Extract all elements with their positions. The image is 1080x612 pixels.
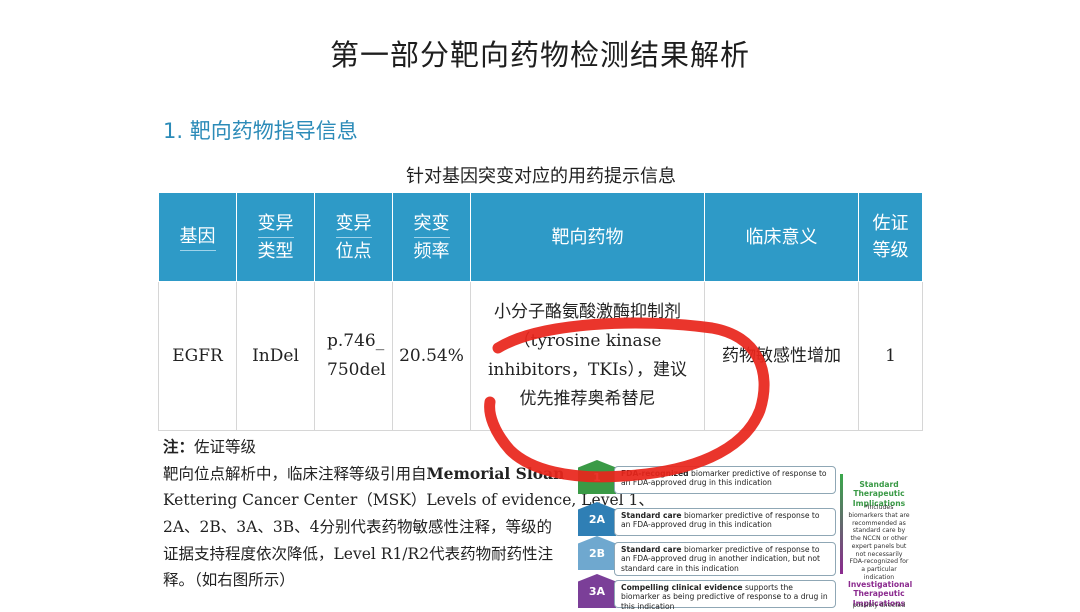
level-3a-badge: 3A xyxy=(578,574,616,608)
cell-gene: EGFR xyxy=(158,281,237,431)
cell-variant-type: InDel xyxy=(236,281,315,431)
header-mutation-frequency: 突变 频率 xyxy=(392,192,471,282)
level-2b-badge: 2B xyxy=(578,536,616,570)
header-evidence-level: 佐证 等级 xyxy=(858,192,923,282)
note-line-3: 2A、2B、3A、3B、4分别代表药物敏感性注释，等级的 xyxy=(163,517,552,536)
level-1-badge: 1 xyxy=(578,460,616,494)
side-text-standard: *Includes biomarkers that are recommende… xyxy=(848,504,910,581)
cell-clinical-significance: 药物敏感性增加 xyxy=(704,281,859,431)
note-block: 注：佐证等级 靶向位点解析中，临床注释等级引用自Memorial Sloan K… xyxy=(163,434,654,594)
level-2a-description: Standard care biomarker predictive of re… xyxy=(614,508,836,536)
note-line-4: 证据支持程度依次降低，Level R1/R2代表药物耐药性注 xyxy=(163,544,554,563)
note-title-line: 注：佐证等级 xyxy=(163,437,257,456)
level-2b-description: Standard care biomarker predictive of re… xyxy=(614,542,836,576)
cell-evidence-level: 1 xyxy=(858,281,923,431)
level-3a-description: Compelling clinical evidence supports th… xyxy=(614,580,836,611)
table-header-row: 基因 变异 类型 变异 位点 突变 频率 靶向药物 临床意义 佐证 等级 xyxy=(158,192,923,282)
table-caption: 针对基因突变对应的用药提示信息 xyxy=(406,166,676,187)
levels-side-bar xyxy=(840,474,843,574)
side-text-investigational: possibly directed xyxy=(852,602,906,609)
note-line-5: 释。（如右图所示） xyxy=(163,571,295,590)
table-row: EGFR InDel p.746_ 750del 20.54% 小分子酪氨酸激酶抑… xyxy=(158,281,923,431)
note-line-1: 靶向位点解析中，临床注释等级引用自Memorial Sloan xyxy=(163,463,565,483)
cell-variant-site: p.746_ 750del xyxy=(314,281,393,431)
header-variant-type: 变异 类型 xyxy=(236,192,315,282)
cell-targeted-drug: 小分子酪氨酸激酶抑制剂 （tyrosine kinase inhibitors，… xyxy=(470,281,705,431)
header-clinical-significance: 临床意义 xyxy=(704,192,859,282)
section-heading: 1. 靶向药物指导信息 xyxy=(163,119,358,143)
page-title: 第一部分靶向药物检测结果解析 xyxy=(329,38,750,72)
note-line-2: Kettering Cancer Center（MSK）Levels of ev… xyxy=(163,491,654,510)
header-targeted-drug: 靶向药物 xyxy=(470,192,705,282)
level-2a-badge: 2A xyxy=(578,502,616,536)
header-gene: 基因 xyxy=(158,192,237,282)
mutation-drug-table: 基因 变异 类型 变异 位点 突变 频率 靶向药物 临床意义 佐证 等级 EGFR In… xyxy=(158,192,923,431)
header-variant-site: 变异 位点 xyxy=(314,192,393,282)
cell-frequency: 20.54% xyxy=(392,281,471,431)
level-1-description: FDA-recognized biomarker predictive of r… xyxy=(614,466,836,494)
evidence-levels-figure: 1 FDA-recognized biomarker predictive of… xyxy=(578,460,912,612)
